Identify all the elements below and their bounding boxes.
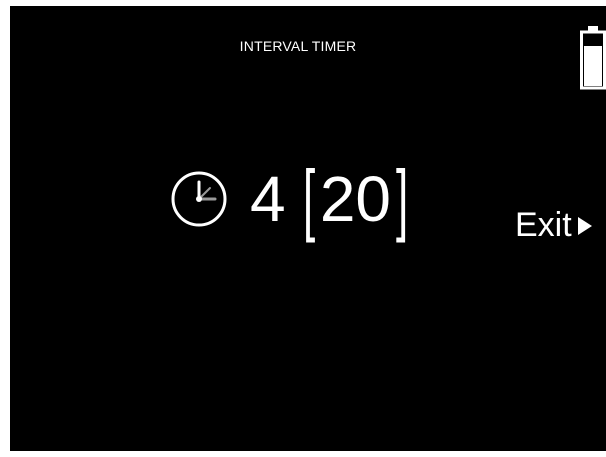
rounds-count: 4: [250, 163, 286, 235]
exit-button[interactable]: Exit: [515, 206, 592, 245]
battery-icon: [580, 26, 606, 90]
interval-seconds: 20: [319, 163, 392, 235]
device-frame: INTERVAL TIMER 4 [ 20 ] Exit: [0, 0, 606, 457]
close-bracket: ]: [396, 154, 409, 243]
timer-screen: INTERVAL TIMER 4 [ 20 ] Exit: [10, 6, 606, 451]
screen-title: INTERVAL TIMER: [239, 38, 357, 54]
timer-readout: 4 [ 20 ]: [170, 154, 413, 244]
exit-label: Exit: [515, 206, 572, 244]
clock-icon: [171, 171, 227, 227]
play-arrow-icon: [577, 216, 592, 235]
open-bracket: [: [302, 154, 315, 243]
